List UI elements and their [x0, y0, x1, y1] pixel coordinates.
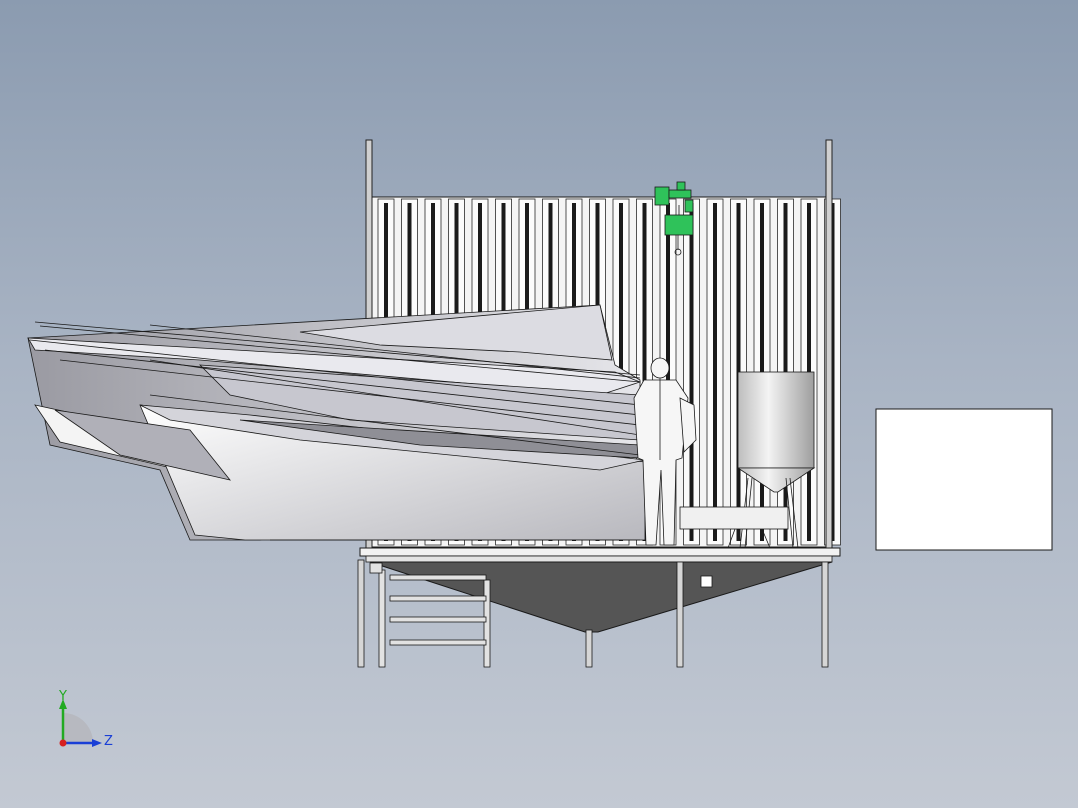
coordinate-triad[interactable]: Y Z [50, 685, 120, 755]
right-post [825, 139, 833, 551]
funnel-marker [700, 575, 713, 588]
model-scene[interactable] [0, 0, 1078, 808]
wall-slat-gap [713, 203, 717, 541]
hull-sheets [27, 304, 646, 541]
wall-slat-gap [689, 203, 694, 541]
white-panel [875, 408, 1053, 551]
triad-plane [63, 713, 93, 743]
z-axis-label: Z [104, 734, 113, 749]
x-axis-dot [59, 739, 67, 747]
platform-deck [359, 547, 841, 557]
cad-viewport[interactable]: Y Z [0, 0, 1078, 808]
staircase [369, 562, 491, 668]
y-axis-label: Y [58, 689, 67, 704]
platform-beam [365, 555, 833, 563]
z-arrow-icon [92, 739, 102, 747]
